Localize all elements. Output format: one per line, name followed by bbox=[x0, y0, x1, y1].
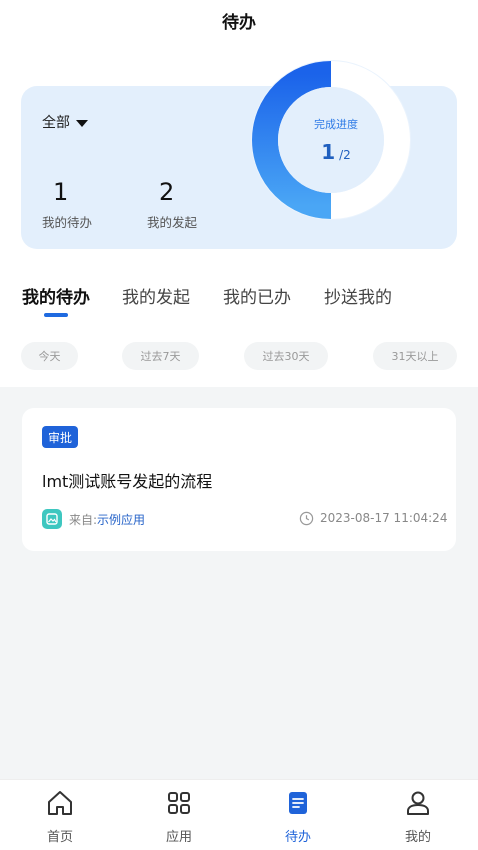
user-icon bbox=[407, 791, 429, 815]
home-icon bbox=[48, 791, 72, 815]
progress-text: 完成进度 1 /2 bbox=[303, 116, 369, 162]
filter-dropdown[interactable]: 全部 bbox=[42, 112, 88, 132]
grid-icon bbox=[168, 792, 190, 814]
bottom-nav: 首页 应用 待办 我的 bbox=[0, 779, 478, 850]
chip-today[interactable]: 今天 bbox=[21, 342, 78, 370]
page-title: 待办 bbox=[222, 13, 256, 33]
nav-home[interactable]: 首页 bbox=[30, 788, 90, 845]
task-time: 2023-08-17 11:04:24 bbox=[320, 511, 448, 525]
nav-todo-label: 待办 bbox=[284, 830, 311, 845]
stat-started-label: 我的发起 bbox=[147, 215, 198, 230]
progress-label: 完成进度 bbox=[314, 118, 358, 131]
nav-apps-label: 应用 bbox=[165, 830, 192, 845]
stat-my-started[interactable]: 2 我的发起 bbox=[147, 176, 197, 231]
task-source: 来自:示例应用 bbox=[69, 511, 145, 528]
clock-icon bbox=[299, 511, 314, 526]
stat-todo-label: 我的待办 bbox=[42, 215, 93, 230]
task-title[interactable]: lmt测试账号发起的流程 bbox=[42, 468, 212, 492]
nav-home-label: 首页 bbox=[46, 830, 73, 845]
nav-mine-label: 我的 bbox=[404, 830, 431, 845]
chip-over-31-days[interactable]: 31天以上 bbox=[373, 342, 457, 370]
active-tab-indicator bbox=[44, 313, 68, 317]
task-source-app: 示例应用 bbox=[97, 513, 146, 527]
stat-started-count: 2 bbox=[159, 178, 175, 206]
todo-doc-icon bbox=[289, 792, 307, 814]
stat-todo-count: 1 bbox=[53, 178, 69, 206]
nav-apps[interactable]: 应用 bbox=[149, 788, 209, 845]
app-icon bbox=[42, 509, 62, 529]
filter-label: 全部 bbox=[42, 115, 70, 131]
nav-todo[interactable]: 待办 bbox=[268, 788, 328, 845]
tab-my-done[interactable]: 我的已办 bbox=[223, 283, 291, 308]
task-source-prefix: 来自: bbox=[69, 513, 98, 527]
chip-past-7-days[interactable]: 过去7天 bbox=[122, 342, 199, 370]
progress-total: /2 bbox=[339, 148, 351, 162]
stat-my-todo[interactable]: 1 我的待办 bbox=[42, 176, 92, 231]
caret-down-icon bbox=[76, 120, 88, 127]
tab-my-started[interactable]: 我的发起 bbox=[122, 283, 190, 308]
tab-my-todo[interactable]: 我的待办 bbox=[22, 283, 90, 308]
tab-cc-me[interactable]: 抄送我的 bbox=[324, 283, 392, 308]
progress-done: 1 bbox=[321, 140, 336, 164]
chip-past-30-days[interactable]: 过去30天 bbox=[244, 342, 328, 370]
nav-mine[interactable]: 我的 bbox=[388, 788, 448, 845]
task-type-badge: 审批 bbox=[42, 426, 79, 448]
